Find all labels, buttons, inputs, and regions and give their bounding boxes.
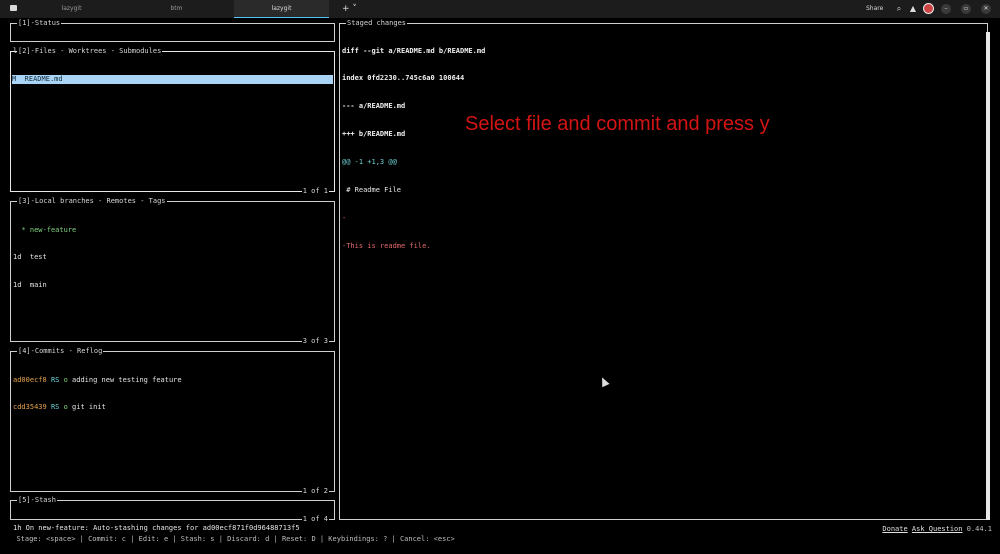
branch-current-marker: * <box>21 225 26 234</box>
branch-name: test <box>29 253 47 262</box>
share-button[interactable]: Share <box>866 0 883 18</box>
diff-scrollbar[interactable] <box>986 32 990 520</box>
stash-count: 1 of 4 <box>301 515 329 524</box>
commit-hash: ad00ecf8 <box>13 375 47 384</box>
file-row-readme[interactable]: M README.md <box>12 74 333 84</box>
commit-marker: o <box>63 375 68 384</box>
branches-panel-title: [3]-Local branches - Remotes - Tags <box>17 197 167 206</box>
tab-lazygit-active[interactable]: lazygit <box>234 0 329 18</box>
stash-panel[interactable]: [5]-Stash 1h On new-feature: Auto-stashi… <box>10 496 335 532</box>
files-panel[interactable]: [2]-Files - Worktrees - Submodules M REA… <box>10 47 335 196</box>
staged-changes-title: Staged changes <box>346 19 408 28</box>
branch-row[interactable]: * new-feature <box>13 226 332 235</box>
file-status: M <box>12 74 17 83</box>
branch-age: 1d <box>13 253 22 262</box>
branches-count: 3 of 3 <box>301 337 329 346</box>
commit-author: RS <box>50 375 60 384</box>
branches-panel[interactable]: [3]-Local branches - Remotes - Tags * ne… <box>10 197 335 346</box>
diff-line: --- a/README.md <box>342 102 406 111</box>
app-menu-icon[interactable] <box>10 5 17 11</box>
branch-age: 1d <box>13 281 22 290</box>
branch-name: main <box>29 281 47 290</box>
status-panel-title: [1]-Status <box>17 19 62 28</box>
tab-btm[interactable]: btm <box>129 0 224 18</box>
commit-row[interactable]: cdd35439 RS o git init <box>13 403 332 412</box>
window-titlebar: lazygit btm lazygit + ˅ Share ⌕ ▲ – ▫ ✕ <box>0 0 1000 18</box>
commit-marker: o <box>63 403 68 412</box>
file-name: README.md <box>24 74 63 83</box>
staged-changes-panel[interactable]: Staged changes diff --git a/README.md b/… <box>339 19 988 520</box>
statusbar-right: Donate Ask Question 0.44.1 <box>882 524 992 534</box>
commits-panel-title: [4]-Commits - Reflog <box>17 347 104 356</box>
commit-message: adding new testing feature <box>72 375 182 384</box>
diff-removed-line: -This is readme file. <box>342 241 431 250</box>
diff-line: index 0fd2230..745c6a0 100644 <box>342 74 465 83</box>
commit-row[interactable]: ad00ecf8 RS o adding new testing feature <box>13 376 332 385</box>
files-count: 1 of 1 <box>301 187 329 196</box>
diff-hunk-header: @@ -1 +1,3 @@ <box>342 158 397 167</box>
ask-question-link[interactable]: Ask Question <box>912 525 963 533</box>
stash-panel-title: [5]-Stash <box>17 496 57 505</box>
donate-link[interactable]: Donate <box>882 525 907 533</box>
version-label: 0.44.1 <box>966 525 992 533</box>
minimize-icon[interactable]: – <box>941 4 951 14</box>
branch-row[interactable]: 1d main <box>13 281 332 290</box>
avatar[interactable] <box>923 3 934 14</box>
tab-lazygit-1[interactable]: lazygit <box>24 0 119 18</box>
branch-row[interactable]: 1d test <box>13 253 332 262</box>
add-tab-button[interactable]: + ˅ <box>342 0 357 18</box>
keybindings-text: Stage: <space> | Commit: c | Edit: e | S… <box>16 535 455 543</box>
commits-panel[interactable]: [4]-Commits - Reflog ad00ecf8 RS o addin… <box>10 347 335 496</box>
status-panel[interactable]: [1]-Status lazygit-tutorial → new-featur… <box>10 19 335 55</box>
diff-line: diff --git a/README.md b/README.md <box>342 46 486 55</box>
search-icon[interactable]: ⌕ <box>894 4 904 14</box>
bell-icon[interactable]: ▲ <box>908 4 918 14</box>
diff-context-line: # Readme File <box>342 186 402 195</box>
commit-message: git init <box>72 403 106 412</box>
close-icon[interactable]: ✕ <box>981 4 991 14</box>
instruction-overlay: Select file and commit and press y <box>465 113 770 135</box>
keybindings-bar: Stage: <space> | Commit: c | Edit: e | S… <box>8 524 992 543</box>
branch-name: new-feature <box>29 225 77 234</box>
commit-hash: cdd35439 <box>13 403 47 412</box>
diff-removed-line: - <box>342 213 347 222</box>
commits-count: 1 of 2 <box>301 487 329 496</box>
files-panel-title: [2]-Files - Worktrees - Submodules <box>17 47 163 56</box>
commit-author: RS <box>50 403 60 412</box>
maximize-icon[interactable]: ▫ <box>961 4 971 14</box>
